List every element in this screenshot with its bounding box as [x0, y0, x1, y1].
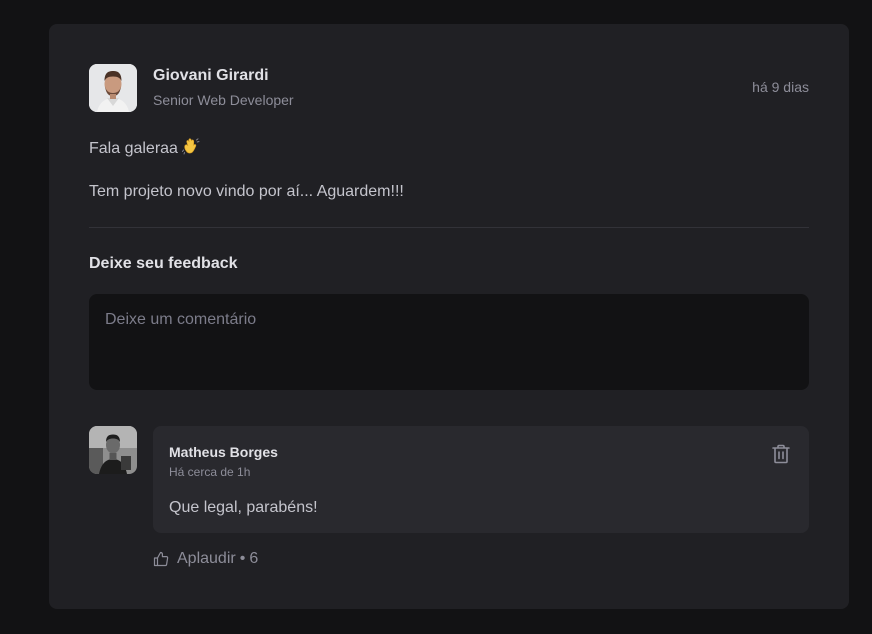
- divider: [89, 227, 809, 228]
- comment-input[interactable]: [89, 294, 809, 390]
- waving-hand-icon: [182, 137, 200, 162]
- applaud-count: 6: [249, 550, 259, 567]
- author-name[interactable]: Giovani Girardi: [153, 65, 294, 87]
- thumbs-up-icon: [153, 551, 169, 567]
- applaud-separator: •: [239, 550, 246, 567]
- comment-avatar[interactable]: [89, 426, 137, 474]
- trash-icon: [772, 444, 790, 464]
- post-card: Giovani Girardi Senior Web Developer há …: [49, 24, 849, 609]
- post-paragraph: Fala galeraa: [89, 137, 809, 162]
- comment-box: Matheus Borges Há cerca de 1h Que legal,…: [153, 426, 809, 533]
- author-avatar[interactable]: [89, 64, 137, 112]
- post-header: Giovani Girardi Senior Web Developer há …: [89, 64, 809, 112]
- author-info: Giovani Girardi Senior Web Developer: [153, 65, 294, 111]
- feedback-title: Deixe seu feedback: [89, 255, 238, 272]
- post-content: Fala galeraa Tem projeto novo vindo por …: [89, 137, 809, 203]
- avatar-photo-giovani-icon: [89, 64, 137, 112]
- author-role: Senior Web Developer: [153, 92, 294, 108]
- comment-author[interactable]: Matheus Borges: [169, 442, 278, 462]
- post-text-line: Fala galeraa: [89, 140, 178, 157]
- applaud-label: Aplaudir: [177, 550, 236, 567]
- post-paragraph: Tem projeto novo vindo por aí... Aguarde…: [89, 183, 404, 200]
- comment: Matheus Borges Há cerca de 1h Que legal,…: [89, 426, 809, 576]
- comment-time: Há cerca de 1h: [169, 465, 251, 479]
- applaud-button[interactable]: Aplaudir • 6: [153, 548, 258, 570]
- delete-comment-button[interactable]: [769, 442, 793, 466]
- avatar-photo-matheus-icon: [89, 426, 137, 474]
- published-time: há 9 dias: [752, 79, 809, 95]
- comment-text: Que legal, parabéns!: [169, 499, 318, 516]
